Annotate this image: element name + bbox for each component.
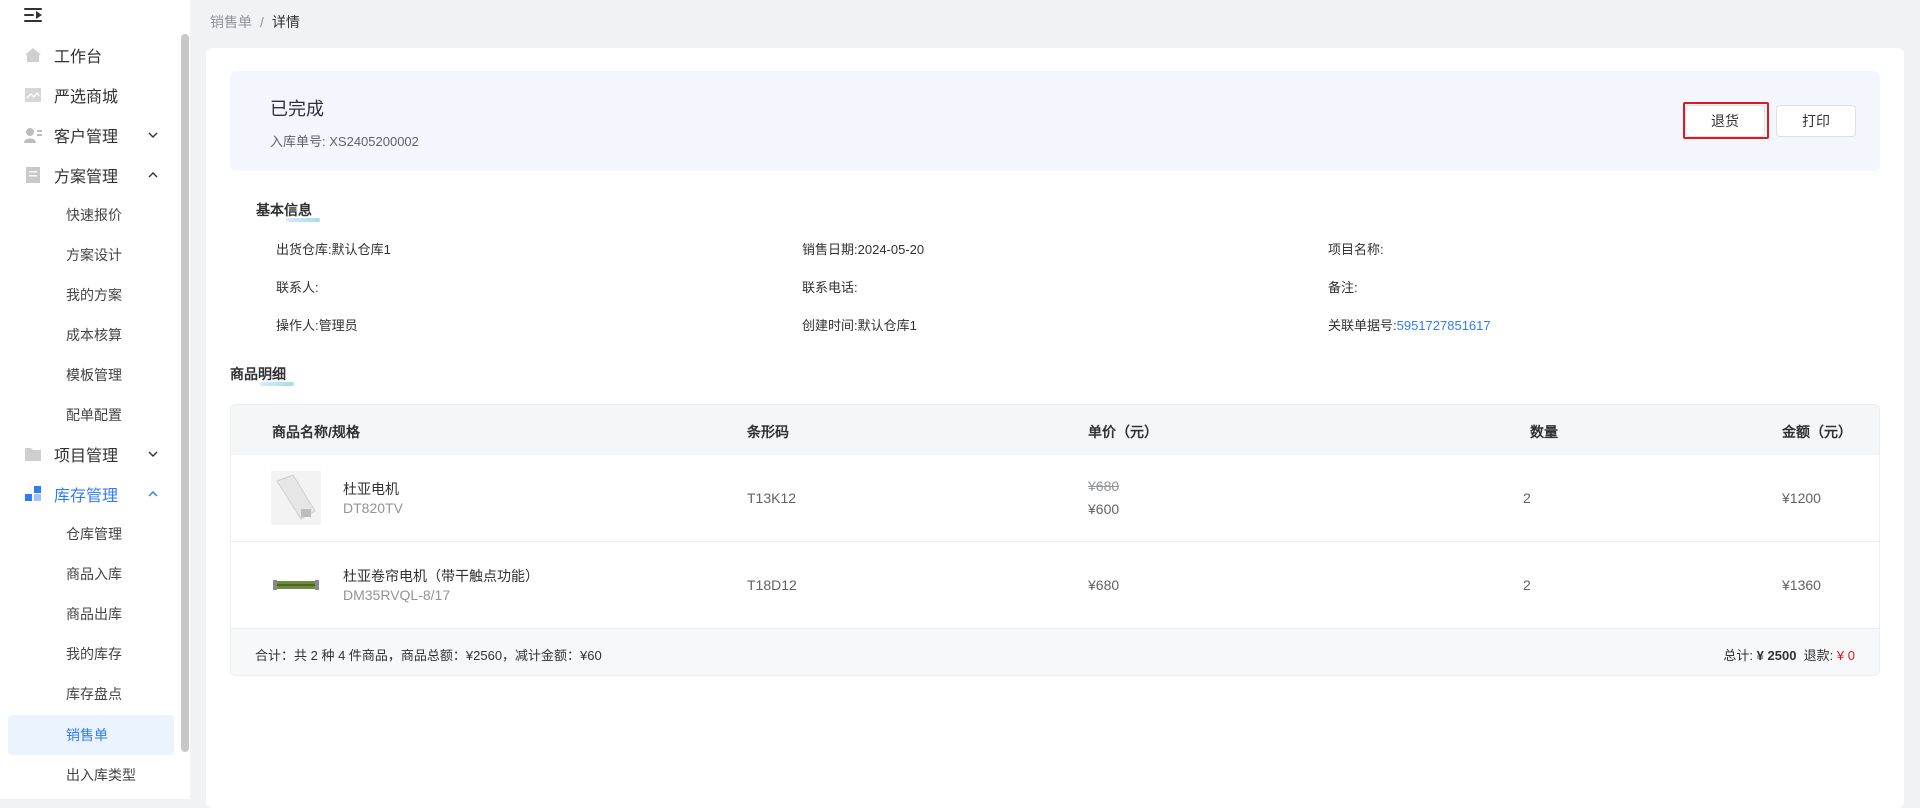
sidebar-item-plans[interactable]: 方案管理	[8, 155, 174, 195]
status-panel: 已完成 入库单号: XS2405200002 退货 打印	[230, 71, 1880, 171]
sidebar-subitem-stocktake[interactable]: 库存盘点	[8, 674, 174, 714]
summary-text: 合计：共 2 种 4 件商品，商品总额：¥2560，减计金额：¥60	[255, 648, 602, 663]
product-price: ¥680	[1088, 577, 1120, 593]
info-project-name: 项目名称:	[1328, 242, 1384, 257]
product-price: ¥600	[1088, 501, 1120, 517]
col-qty: 数量	[1530, 424, 1558, 440]
col-name: 商品名称/规格	[272, 424, 360, 440]
product-amount: ¥1360	[1782, 577, 1821, 593]
total-summary: 总计: ¥ 2500 退款: ¥ 0	[1723, 648, 1855, 663]
image-icon	[25, 88, 41, 102]
sidebar-item-label: 项目管理	[54, 448, 119, 465]
total-value: ¥ 2500	[1756, 648, 1797, 663]
product-thumbnail	[271, 471, 321, 525]
sidebar-item-label: 工作台	[54, 49, 103, 66]
sidebar-subitem-quick-quote[interactable]: 快速报价	[8, 195, 174, 235]
sidebar-subitem-warehouses[interactable]: 仓库管理	[8, 514, 174, 554]
sidebar: 工作台 严选商城 客户管理 方案管理 快速报价 方案设计 我的方案 成本核算 模…	[0, 0, 190, 799]
order-number: 入库单号: XS2405200002	[270, 134, 419, 149]
user-icon	[24, 128, 42, 143]
info-contact: 联系人:	[276, 280, 319, 295]
sidebar-subitem-my-plans[interactable]: 我的方案	[8, 275, 174, 315]
related-doc-link[interactable]: 5951727851617	[1397, 318, 1491, 333]
sidebar-item-dashboard[interactable]: 工作台	[8, 35, 174, 75]
sidebar-subitem-stock-in[interactable]: 商品入库	[8, 554, 174, 594]
product-spec: DT820TV	[343, 500, 403, 516]
product-barcode: T18D12	[747, 577, 797, 593]
col-amount: 金额（元）	[1782, 424, 1852, 440]
product-qty: 2	[1523, 577, 1531, 593]
product-original-price: ¥680	[1088, 478, 1120, 494]
sidebar-scrollbar[interactable]	[181, 34, 189, 752]
info-operator: 操作人:管理员	[276, 318, 358, 333]
product-thumbnail	[271, 558, 321, 612]
detail-card: 已完成 入库单号: XS2405200002 退货 打印 基本信息 出货仓库:默…	[206, 48, 1904, 808]
sidebar-item-inventory[interactable]: 库存管理	[8, 474, 174, 514]
products-table: 商品名称/规格 条形码 单价（元） 数量 金额（元） 杜亚电机 DT820TV …	[230, 404, 1880, 676]
info-phone: 联系电话:	[802, 280, 858, 295]
table-summary: 合计：共 2 种 4 件商品，商品总额：¥2560，减计金额：¥60 总计: ¥…	[231, 629, 1879, 675]
sidebar-item-mall[interactable]: 严选商城	[8, 75, 174, 115]
document-icon	[26, 167, 40, 183]
sidebar-subitem-config[interactable]: 配单配置	[8, 395, 174, 435]
home-icon	[25, 48, 41, 62]
product-qty: 2	[1523, 490, 1531, 506]
grid-icon	[25, 486, 41, 501]
folder-icon	[25, 448, 41, 461]
sidebar-subitem-cost[interactable]: 成本核算	[8, 315, 174, 355]
breadcrumb-separator: /	[260, 14, 264, 30]
print-button[interactable]: 打印	[1776, 105, 1856, 137]
breadcrumb-current: 详情	[271, 14, 300, 30]
product-name: 杜亚电机	[343, 481, 399, 497]
chevron-up-icon	[148, 491, 158, 497]
sidebar-subitem-templates[interactable]: 模板管理	[8, 355, 174, 395]
info-remark: 备注:	[1328, 280, 1358, 295]
chevron-up-icon	[148, 172, 158, 178]
sidebar-item-label: 方案管理	[54, 169, 119, 186]
sidebar-subitem-io-types[interactable]: 出入库类型	[8, 755, 174, 795]
sidebar-item-label: 库存管理	[54, 488, 119, 505]
return-button[interactable]: 退货	[1685, 105, 1765, 137]
sidebar-item-customers[interactable]: 客户管理	[8, 115, 174, 155]
product-name: 杜亚卷帘电机（带干触点功能）	[343, 568, 539, 584]
sidebar-subitem-my-stock[interactable]: 我的库存	[8, 634, 174, 674]
sidebar-item-projects[interactable]: 项目管理	[8, 434, 174, 474]
col-price: 单价（元）	[1088, 424, 1158, 440]
info-warehouse: 出货仓库:默认仓库1	[276, 242, 391, 257]
info-related-doc: 关联单据号:5951727851617	[1328, 318, 1491, 333]
refund-value: ¥ 0	[1836, 648, 1855, 663]
breadcrumb: 销售单 / 详情	[210, 12, 300, 32]
sidebar-item-label: 客户管理	[54, 129, 119, 146]
table-header: 商品名称/规格 条形码 单价（元） 数量 金额（元）	[231, 405, 1879, 455]
product-barcode: T13K12	[747, 490, 797, 506]
table-row: 杜亚电机 DT820TV T13K12 ¥680 ¥600 2 ¥1200	[231, 455, 1879, 542]
sidebar-item-label: 严选商城	[54, 89, 119, 106]
info-created-time: 创建时间:默认仓库1	[802, 318, 917, 333]
chevron-down-icon	[148, 132, 158, 138]
menu-collapse-icon[interactable]	[24, 6, 46, 24]
order-status: 已完成	[270, 99, 324, 119]
product-amount: ¥1200	[1782, 490, 1821, 506]
breadcrumb-parent[interactable]: 销售单	[210, 14, 252, 30]
product-spec: DM35RVQL-8/17	[343, 587, 451, 603]
chevron-down-icon	[148, 451, 158, 457]
col-barcode: 条形码	[747, 424, 789, 440]
info-sale-date: 销售日期:2024-05-20	[802, 242, 925, 257]
products-title: 商品明细	[230, 364, 294, 386]
sidebar-subitem-sales-orders[interactable]: 销售单	[8, 715, 174, 755]
table-row: 杜亚卷帘电机（带干触点功能） DM35RVQL-8/17 T18D12 ¥680…	[231, 542, 1879, 629]
sidebar-subitem-plan-design[interactable]: 方案设计	[8, 235, 174, 275]
sidebar-subitem-stock-out[interactable]: 商品出库	[8, 594, 174, 634]
basic-info-title: 基本信息	[256, 200, 320, 222]
